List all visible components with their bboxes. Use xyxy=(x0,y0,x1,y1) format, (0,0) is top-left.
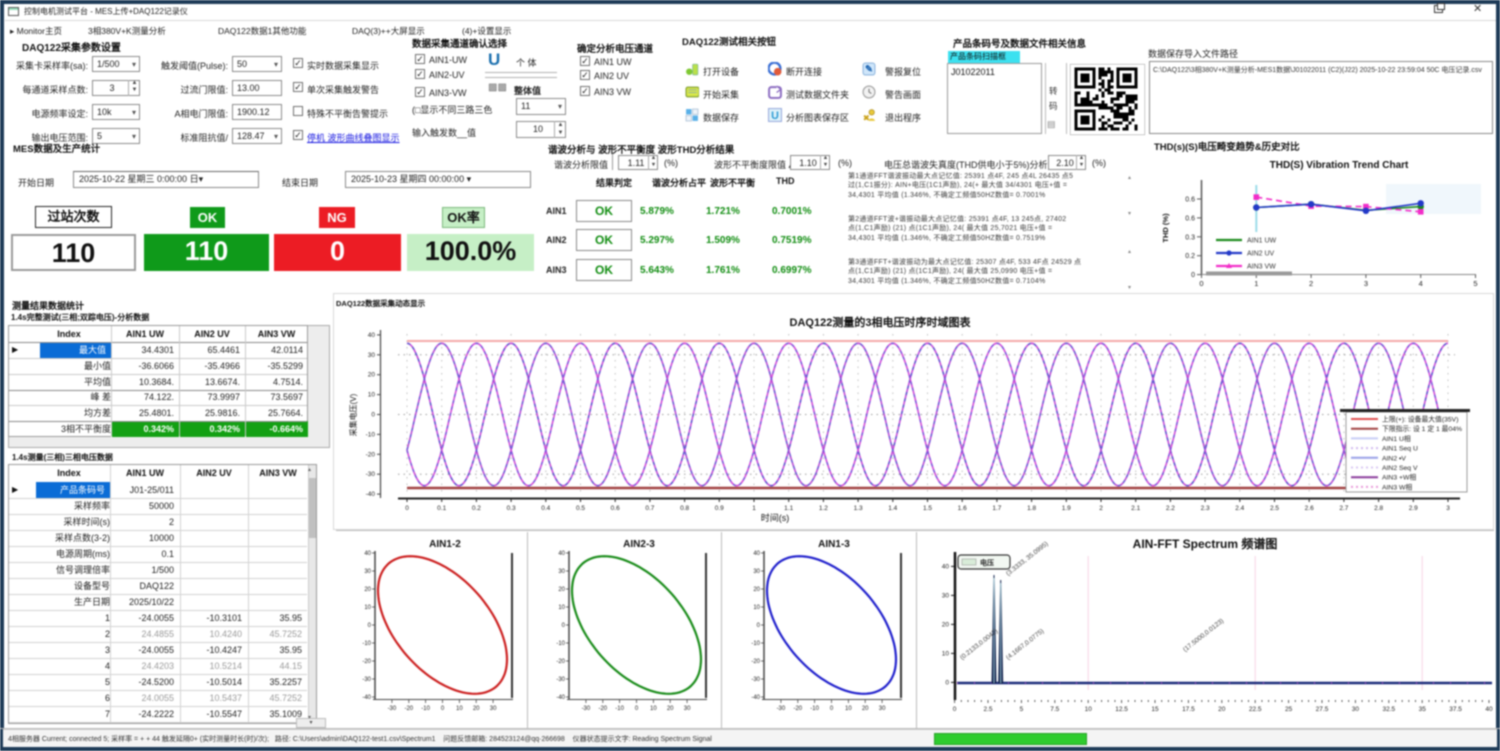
svg-text:-40: -40 xyxy=(362,695,371,701)
svg-text:0: 0 xyxy=(441,706,445,712)
svg-text:-20: -20 xyxy=(362,659,371,665)
svg-text:(17.5000,0.0123): (17.5000,0.0123) xyxy=(1182,618,1225,654)
svg-text:-10: -10 xyxy=(751,641,760,647)
svg-text:-10: -10 xyxy=(421,706,430,712)
svg-text:(4.1667,0.0775): (4.1667,0.0775) xyxy=(1005,628,1045,662)
svg-text:-20: -20 xyxy=(556,659,565,665)
svg-text:-10: -10 xyxy=(556,641,565,647)
svg-text:-10: -10 xyxy=(810,706,819,712)
svg-text:30: 30 xyxy=(684,706,691,712)
svg-text:-30: -30 xyxy=(751,677,760,683)
svg-text:-30: -30 xyxy=(388,706,397,712)
svg-text:10: 10 xyxy=(753,605,760,611)
svg-text:0: 0 xyxy=(368,623,372,629)
svg-text:30: 30 xyxy=(753,569,760,575)
svg-text:37.5: 37.5 xyxy=(1449,706,1462,713)
svg-text:✎: ✎ xyxy=(865,64,873,75)
svg-text:35: 35 xyxy=(1419,706,1427,713)
svg-text:0: 0 xyxy=(635,706,639,712)
svg-text:32.5: 32.5 xyxy=(1382,706,1395,713)
svg-text:20: 20 xyxy=(364,587,371,593)
svg-text:20: 20 xyxy=(667,706,674,712)
svg-text:AIN1-3: AIN1-3 xyxy=(818,539,850,550)
svg-text:(3.3333, 35.0995): (3.3333, 35.0995) xyxy=(1005,540,1050,577)
svg-text:3: 3 xyxy=(1364,279,1368,288)
svg-text:25: 25 xyxy=(1285,706,1293,713)
svg-text:7.5: 7.5 xyxy=(1050,706,1059,713)
svg-text:AIN2-3: AIN2-3 xyxy=(623,539,655,550)
svg-text:0.2: 0.2 xyxy=(1185,253,1195,260)
svg-text:U: U xyxy=(771,110,779,122)
svg-text:30: 30 xyxy=(1352,706,1360,713)
svg-text:THD(S) Vibration Trend Chart: THD(S) Vibration Trend Chart xyxy=(1270,160,1409,171)
svg-text:0.6: 0.6 xyxy=(1185,215,1195,222)
svg-text:10: 10 xyxy=(558,605,565,611)
svg-text:30: 30 xyxy=(942,592,950,599)
svg-text:20: 20 xyxy=(862,706,869,712)
svg-text:-30: -30 xyxy=(556,677,565,683)
svg-text:-40: -40 xyxy=(556,695,565,701)
svg-text:22.5: 22.5 xyxy=(1249,706,1262,713)
svg-text:20: 20 xyxy=(558,587,565,593)
svg-text:-30: -30 xyxy=(777,706,786,712)
svg-text:-10: -10 xyxy=(615,706,624,712)
svg-text:-20: -20 xyxy=(751,659,760,665)
svg-text:0: 0 xyxy=(1199,279,1203,288)
svg-text:10: 10 xyxy=(456,706,463,712)
svg-text:10: 10 xyxy=(364,605,371,611)
svg-text:30: 30 xyxy=(558,569,565,575)
svg-text:30: 30 xyxy=(879,706,886,712)
svg-text:0.6: 0.6 xyxy=(1185,197,1195,204)
svg-text:THD (%): THD (%) xyxy=(1161,213,1170,243)
svg-text:40: 40 xyxy=(364,551,371,557)
svg-text:0: 0 xyxy=(830,706,834,712)
svg-text:40: 40 xyxy=(942,563,950,570)
svg-text:2: 2 xyxy=(1309,279,1313,288)
svg-text:0: 0 xyxy=(562,623,566,629)
svg-text:5: 5 xyxy=(1473,279,1477,288)
svg-text:20: 20 xyxy=(753,587,760,593)
svg-text:30: 30 xyxy=(364,569,371,575)
svg-text:20: 20 xyxy=(1218,706,1226,713)
svg-text:10: 10 xyxy=(1085,706,1093,713)
svg-text:-40: -40 xyxy=(751,695,760,701)
svg-text:电压: 电压 xyxy=(980,558,994,567)
svg-text:10: 10 xyxy=(650,706,657,712)
svg-text:-20: -20 xyxy=(404,706,413,712)
svg-text:AIN2 UV: AIN2 UV xyxy=(1247,251,1275,258)
svg-text:0: 0 xyxy=(757,623,761,629)
svg-text:5: 5 xyxy=(1020,706,1024,713)
svg-text:-30: -30 xyxy=(582,706,591,712)
svg-text:0: 0 xyxy=(945,679,949,686)
svg-text:AIN3 VW: AIN3 VW xyxy=(1247,264,1276,271)
svg-text:27.5: 27.5 xyxy=(1316,706,1329,713)
svg-text:AIN-FFT Spectrum 频谱图: AIN-FFT Spectrum 频谱图 xyxy=(1133,536,1278,551)
svg-text:17.5: 17.5 xyxy=(1182,706,1195,713)
svg-text:15: 15 xyxy=(1151,706,1159,713)
svg-text:10: 10 xyxy=(942,650,950,657)
svg-text:AIN1 UW: AIN1 UW xyxy=(1247,238,1277,245)
svg-text:1: 1 xyxy=(1254,279,1258,288)
svg-text:20: 20 xyxy=(473,706,480,712)
svg-text:-10: -10 xyxy=(362,641,371,647)
svg-text:-20: -20 xyxy=(793,706,802,712)
svg-text:-30: -30 xyxy=(362,677,371,683)
svg-text:40: 40 xyxy=(1485,706,1493,713)
svg-text:0.3: 0.3 xyxy=(1185,234,1195,241)
svg-text:30: 30 xyxy=(490,706,497,712)
svg-text:40: 40 xyxy=(753,551,760,557)
svg-text:20: 20 xyxy=(942,621,950,628)
svg-text:AIN1-2: AIN1-2 xyxy=(429,539,461,550)
svg-text:40: 40 xyxy=(558,551,565,557)
svg-text:10: 10 xyxy=(845,706,852,712)
svg-text:0: 0 xyxy=(1191,272,1195,279)
svg-text:-20: -20 xyxy=(598,706,607,712)
svg-text:12.5: 12.5 xyxy=(1115,706,1128,713)
svg-text:2.5: 2.5 xyxy=(983,706,992,713)
svg-text:0: 0 xyxy=(953,706,957,713)
svg-text:4: 4 xyxy=(1419,279,1423,288)
